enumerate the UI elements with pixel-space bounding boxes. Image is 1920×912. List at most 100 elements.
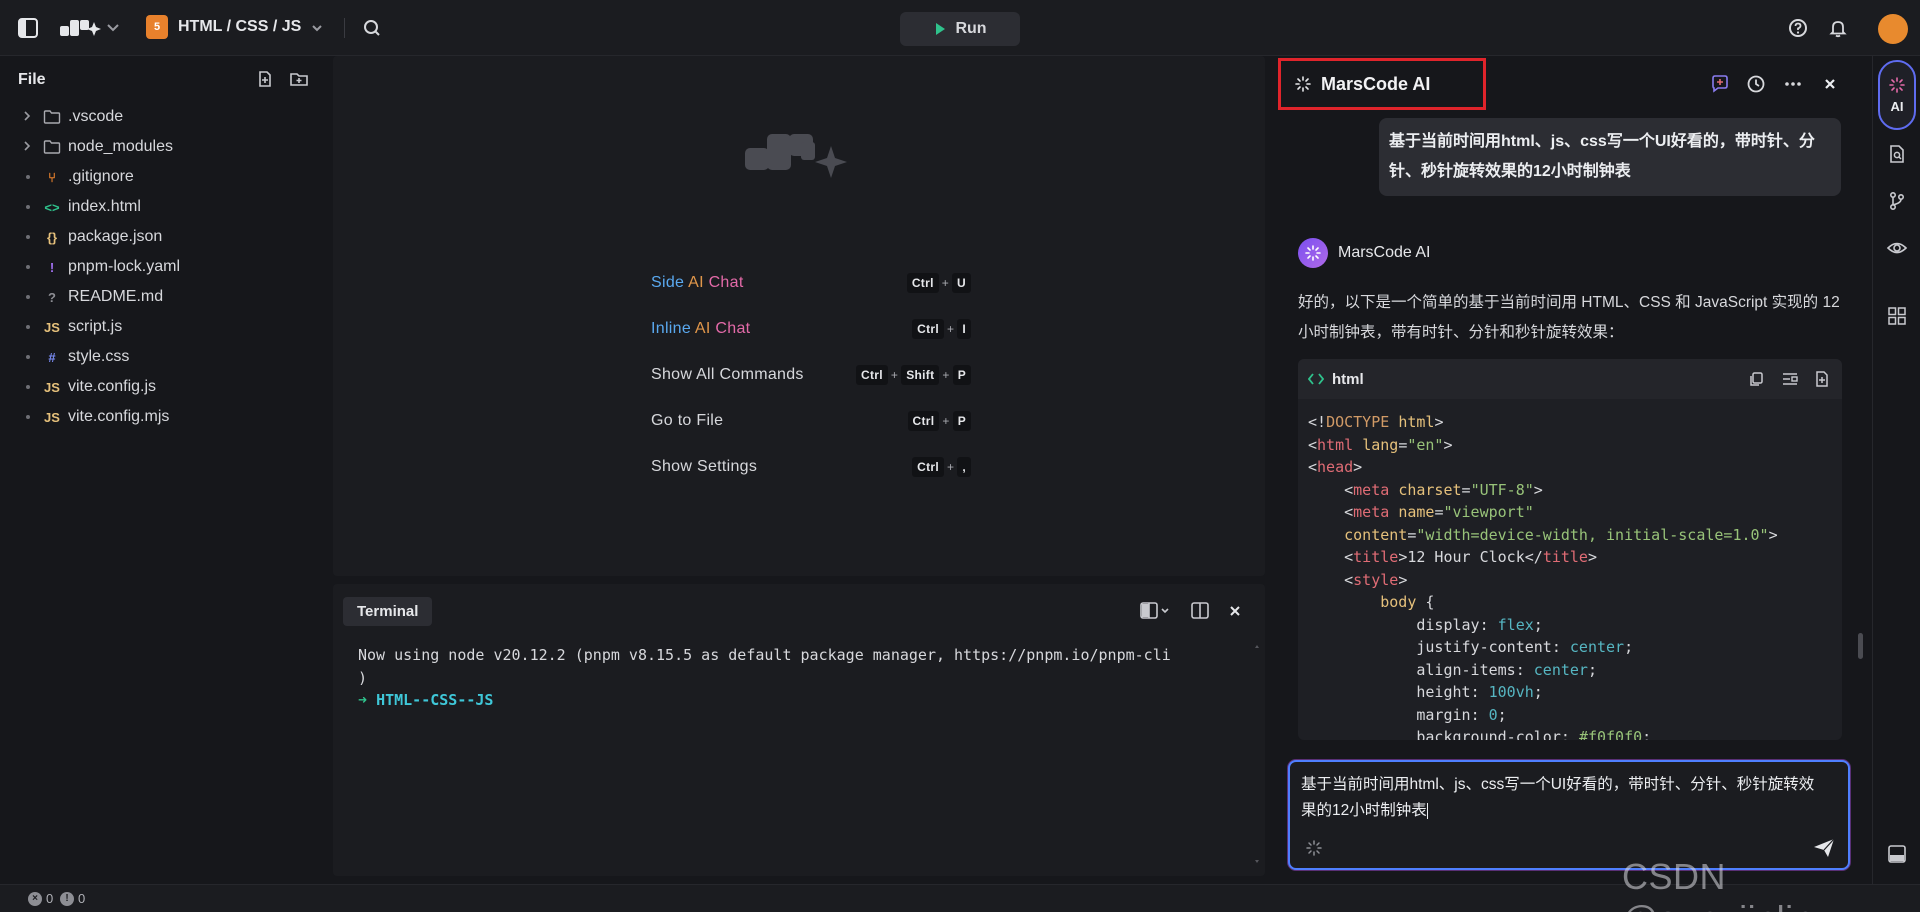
file-name: package.json [68,228,163,245]
file-row[interactable]: ? README.md [0,282,330,312]
search-icon[interactable] [360,16,384,40]
file-row[interactable]: <> index.html [0,192,330,222]
shortcut-label: Side AI Chat [651,274,744,291]
warning-icon: ! [60,891,74,906]
tree-dot [26,295,30,299]
shortcut-keys: Ctrl + P [907,411,971,431]
key-cap: Ctrl [906,273,939,293]
run-button[interactable]: Run [900,12,1020,46]
sidebar-toggle-icon[interactable] [14,14,42,42]
ai-chat-input-text[interactable]: 基于当前时间用html、js、css写一个UI好看的，带时针、分针、秒针旋转效果… [1301,772,1821,824]
user-message: 基于当前时间用html、js、css写一个UI好看的，带时针、分针、秒针旋转效果… [1379,118,1841,196]
terminal-scrollbar[interactable] [1255,644,1259,864]
file-row[interactable]: ! pnpm-lock.yaml [0,252,330,282]
toolbar-divider [344,18,345,38]
source-control-icon[interactable] [1885,189,1909,213]
preview-eye-icon[interactable] [1885,236,1909,260]
new-chat-icon[interactable] [1708,72,1732,96]
close-panel-icon[interactable] [1818,72,1842,96]
js-icon: JS [44,379,60,395]
tree-dot [26,415,30,419]
file-row[interactable]: JS script.js [0,312,330,342]
ai-panel-title: MarsCode AI [1321,73,1431,94]
terminal-line: ) [358,668,368,687]
file-row[interactable]: # style.css [0,342,330,372]
extensions-grid-icon[interactable] [1885,304,1909,328]
shortcut-label: Go to File [651,412,724,429]
shortcut-row[interactable]: Side AI Chat Ctrl + U [651,270,971,296]
code-block[interactable]: html <!DOCTYPE html> <html lang="en"> <h… [1298,359,1842,740]
folder-row[interactable]: node_modules [0,132,330,162]
bot-name: MarsCode AI [1338,244,1431,261]
folder-icon [42,139,62,155]
prompt-arrow: ➜ [358,691,368,709]
right-activity-rail: AI [1872,56,1920,884]
chevron-right-icon[interactable] [22,110,34,125]
prompt-directory: HTML--CSS--JS [376,691,494,709]
file-name: script.js [68,318,123,335]
new-file-icon[interactable] [254,68,276,90]
key-cap: Ctrl [912,457,945,477]
warning-count[interactable]: ! 0 [60,891,85,906]
key-cap: Ctrl [856,365,888,385]
tree-dot [26,385,30,389]
marscode-logo-icon[interactable] [58,14,120,42]
sparkle-icon [1295,76,1311,92]
ai-panel-scrollbar-thumb[interactable] [1858,633,1863,659]
file-name: node_modules [68,138,173,155]
ai-chat-input[interactable]: 基于当前时间用html、js、css写一个UI好看的，带时针、分针、秒针旋转效果… [1288,760,1850,870]
code-brackets-icon [1308,373,1324,385]
code-language-label: html [1332,370,1364,388]
editor-welcome-pane: Side AI Chat Ctrl + U Inline AI Chat Ctrl + I Sh… [333,56,1265,576]
project-name[interactable]: HTML / CSS / JS [178,18,301,36]
folder-row[interactable]: .vscode [0,102,330,132]
split-panel-icon[interactable] [1188,599,1212,623]
ai-title-highlight: MarsCode AI [1278,58,1486,110]
file-row[interactable]: {} package.json [0,222,330,252]
close-terminal-icon[interactable] [1223,599,1247,623]
more-options-icon[interactable] [1781,72,1805,96]
user-avatar[interactable] [1878,14,1908,44]
chevron-down-icon[interactable] [308,18,326,38]
exclamation-icon: ! [49,259,55,275]
shortcut-label: Show Settings [651,458,758,475]
terminal-output[interactable]: Now using node v20.12.2 (pnpm v8.15.5 as… [358,644,1208,712]
key-cap: P [952,365,971,385]
file-row[interactable]: ⑂ .gitignore [0,162,330,192]
html-code-icon: <> [44,199,60,215]
split-layout-dropdown-icon[interactable] [1139,599,1175,623]
tree-dot [26,325,30,329]
shortcut-keys: Ctrl +, [912,457,971,477]
ai-rail-button[interactable]: AI [1878,60,1916,130]
sparkle-icon[interactable] [1306,840,1322,856]
file-tree: .vscode node_modules ⑂ .gitignore <> index.ht… [0,102,330,432]
shortcut-row[interactable]: Inline AI Chat Ctrl + I [651,316,971,342]
error-count[interactable]: × 0 [28,891,53,906]
csdn-watermark: CSDN @sun_jinlin [1622,856,1814,912]
ai-chat-panel: MarsCode AI 基于当前时间用html、js、css写一个UI好看的，带… [1270,56,1870,884]
file-row[interactable]: JS vite.config.js [0,372,330,402]
key-cap: Ctrl [912,319,945,339]
shortcut-row[interactable]: Show Settings Ctrl +, [651,454,971,480]
file-name: pnpm-lock.yaml [68,258,181,275]
file-row[interactable]: JS vite.config.mjs [0,402,330,432]
marscode-watermark-logo-icon [743,122,853,182]
shortcut-label: Show All Commands [651,366,804,383]
insert-code-icon[interactable] [1780,369,1800,389]
tree-dot [26,265,30,269]
chevron-right-icon[interactable] [22,140,34,155]
file-search-icon[interactable] [1885,142,1909,166]
new-folder-icon[interactable] [288,68,310,90]
help-icon[interactable] [1786,16,1810,40]
shortcut-row[interactable]: Go to File Ctrl + P [651,408,971,434]
tree-dot [26,205,30,209]
apply-to-file-icon[interactable] [1812,369,1832,389]
ai-panel-header: MarsCode AI [1270,56,1870,112]
shortcut-row[interactable]: Show All Commands Ctrl + Shift + P [651,362,971,388]
copy-code-icon[interactable] [1746,369,1766,389]
history-icon[interactable] [1744,72,1768,96]
key-cap: P [952,411,971,431]
tab-terminal[interactable]: Terminal [343,597,433,626]
explorer-title: File [18,71,46,88]
notification-bell-icon[interactable] [1826,16,1850,40]
